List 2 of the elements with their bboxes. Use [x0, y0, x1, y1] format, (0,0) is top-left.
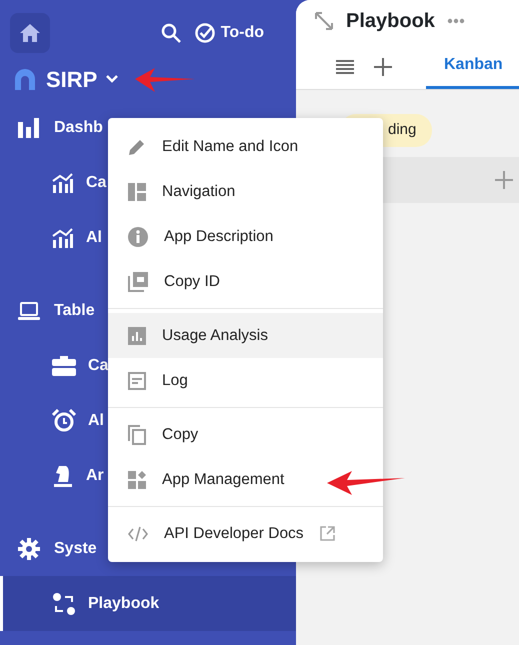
page-title: Playbook — [346, 9, 435, 34]
app-name: SIRP — [46, 66, 98, 94]
